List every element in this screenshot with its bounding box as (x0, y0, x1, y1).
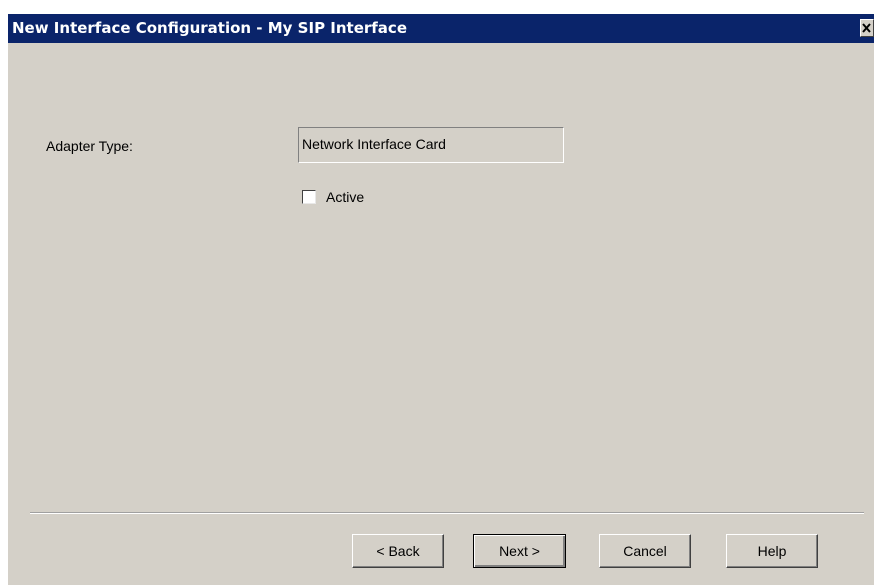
cancel-button[interactable]: Cancel (599, 534, 691, 568)
title-bar[interactable]: New Interface Configuration - My SIP Int… (8, 14, 874, 43)
dialog-window: New Interface Configuration - My SIP Int… (8, 14, 874, 585)
window-title: New Interface Configuration - My SIP Int… (12, 19, 407, 37)
close-button[interactable] (860, 19, 874, 37)
active-checkbox-label[interactable]: Active (326, 189, 364, 205)
adapter-type-field: Network Interface Card (298, 127, 564, 163)
close-icon (862, 23, 871, 33)
back-button[interactable]: < Back (352, 534, 444, 568)
footer-separator (30, 512, 864, 514)
adapter-type-label: Adapter Type: (46, 138, 133, 154)
next-button[interactable]: Next > (473, 534, 566, 568)
active-checkbox[interactable] (302, 190, 316, 204)
help-button[interactable]: Help (726, 534, 818, 568)
